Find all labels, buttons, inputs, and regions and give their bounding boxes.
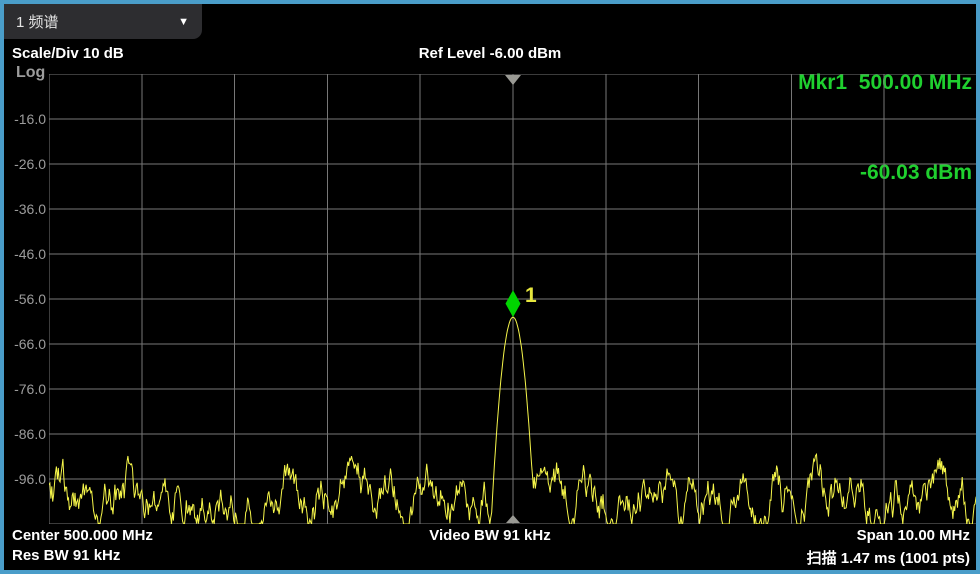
- ref-level-marker-icon: [505, 75, 521, 85]
- y-axis-tick-label: -86.0: [6, 426, 46, 442]
- trace-selector-dropdown[interactable]: 1 频谱 ▼: [4, 4, 202, 39]
- y-axis-tick-label: -26.0: [6, 156, 46, 172]
- y-axis-tick-label: -46.0: [6, 246, 46, 262]
- marker-1-label: 1: [525, 284, 537, 307]
- marker-1-diamond-icon[interactable]: [506, 290, 521, 317]
- amplitude-scale-type-label: Log: [16, 64, 45, 82]
- trace-selector-label: 1 频谱: [4, 11, 59, 32]
- y-axis-tick-label: -76.0: [6, 381, 46, 397]
- y-axis-tick-label: -96.0: [6, 471, 46, 487]
- spectrum-plot: 1: [49, 74, 977, 524]
- y-axis-tick-label: -56.0: [6, 291, 46, 307]
- y-axis-tick-label: -16.0: [6, 111, 46, 127]
- sweep-time-label: 扫描 1.47 ms (1001 pts): [807, 547, 970, 568]
- spectrum-analyzer-screen: 1 频谱 ▼ Scale/Div 10 dB Ref Level -6.00 d…: [0, 0, 980, 574]
- dropdown-caret-icon: ▼: [178, 16, 202, 28]
- y-axis-tick-label: -66.0: [6, 336, 46, 352]
- video-bw-label: Video BW 91 kHz: [4, 527, 976, 544]
- res-bw-label: Res BW 91 kHz: [12, 547, 120, 564]
- center-frequency-marker-icon: [506, 515, 520, 523]
- y-axis-tick-label: -36.0: [6, 201, 46, 217]
- span-label: Span 10.00 MHz: [857, 527, 970, 544]
